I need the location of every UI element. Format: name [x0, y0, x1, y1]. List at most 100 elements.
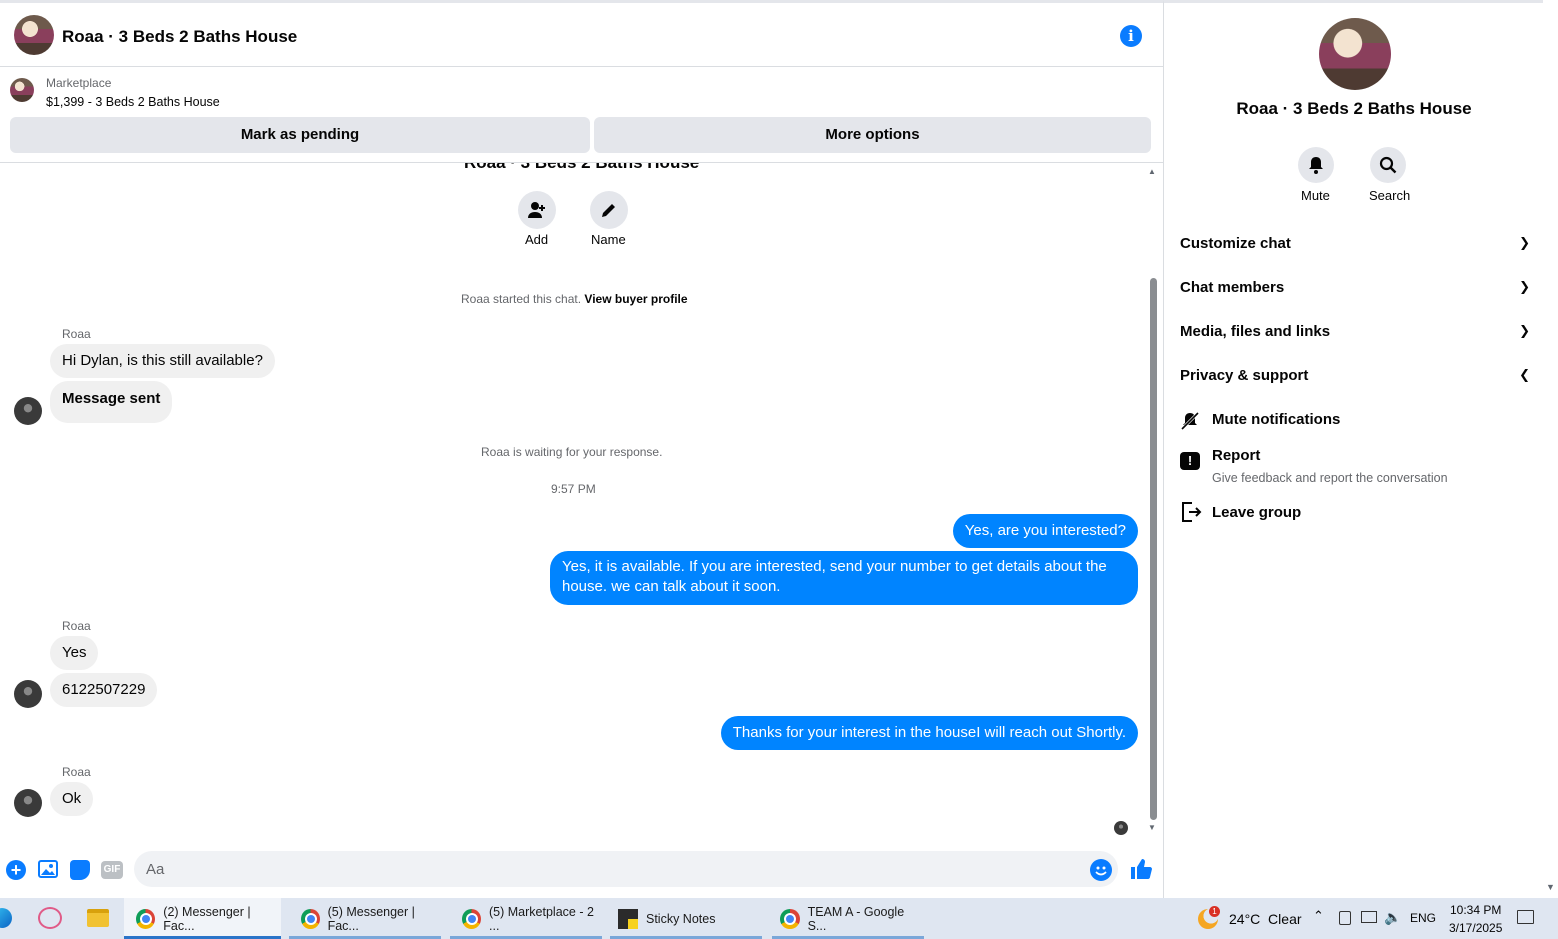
marketplace-label: Marketplace [46, 76, 112, 90]
leave-group-item[interactable]: Leave group [1180, 499, 1530, 529]
taskbar-item-label: (5) Messenger | Fac... [327, 904, 415, 933]
info-icon[interactable]: i [1120, 25, 1142, 47]
message-bubble-outgoing[interactable]: Thanks for your interest in the houseI w… [720, 716, 1138, 750]
sender-avatar[interactable] [14, 789, 42, 817]
scroll-down-arrow-icon[interactable]: ▼ [1546, 882, 1555, 892]
message-bubble-incoming[interactable]: 6122507229 [50, 673, 158, 707]
chat-started-notice: Roaa started this chat. View buyer profi… [461, 292, 688, 306]
add-people-action[interactable] [518, 191, 556, 229]
chrome-icon [301, 908, 320, 929]
chevron-up-icon: ❮ [1519, 367, 1530, 382]
volume-icon[interactable]: 🔈 [1384, 909, 1401, 926]
section-label: Media, files and links [1180, 323, 1331, 340]
taskbar-item-messenger-2[interactable]: (5) Messenger | Fac... [289, 898, 441, 939]
chrome-icon [136, 908, 156, 929]
section-media-files-links[interactable]: Media, files and links ❯ [1180, 323, 1530, 340]
search-icon[interactable] [1370, 147, 1406, 183]
edge-icon[interactable] [0, 908, 12, 928]
page-scrollbar[interactable]: ▼ [1544, 0, 1558, 898]
marketplace-listing[interactable]: $1,399 - 3 Beds 2 Baths House [46, 95, 220, 109]
chrome-icon [462, 908, 482, 929]
item-description: Give feedback and report the conversatio… [1212, 471, 1448, 485]
language-indicator[interactable]: ENG [1410, 911, 1436, 925]
chrome-icon [780, 908, 800, 929]
sender-avatar[interactable] [14, 397, 42, 425]
message-bubble-incoming[interactable]: Hi Dylan, is this still available? [50, 344, 275, 378]
chevron-down-icon: ❯ [1519, 279, 1530, 294]
chat-title[interactable]: Roaa · 3 Beds 2 Baths House [62, 27, 297, 47]
name-label: Name [591, 232, 626, 247]
mute-button[interactable] [1298, 147, 1334, 183]
taskbar-item-google-sheets[interactable]: TEAM A - Google S... [772, 898, 924, 939]
file-explorer-icon[interactable] [87, 909, 109, 927]
message-thread: Roaa · 3 Beds 2 Baths House Add Name Roa… [0, 163, 1163, 843]
chevron-up-icon[interactable]: ⌃ [1313, 908, 1324, 924]
sender-avatar[interactable] [14, 680, 42, 708]
mark-as-pending-button[interactable]: Mark as pending [10, 117, 590, 153]
view-buyer-profile-link[interactable]: View buyer profile [584, 292, 687, 306]
notification-badge: 1 [1209, 906, 1220, 917]
item-label: Report [1212, 447, 1261, 464]
scroll-up-arrow-icon[interactable]: ▲ [1148, 167, 1156, 176]
chat-info-panel: Roaa · 3 Beds 2 Baths House Mute Search … [1163, 0, 1543, 898]
message-bubble-incoming[interactable]: Message sent [50, 381, 173, 423]
scroll-down-arrow-icon[interactable]: ▼ [1148, 823, 1156, 832]
bell-icon[interactable] [1298, 147, 1334, 183]
message-bubble-incoming[interactable]: Yes [50, 636, 99, 670]
sticker-icon[interactable] [70, 860, 90, 880]
network-icon[interactable] [1361, 911, 1377, 923]
clock[interactable]: 10:34 PM 3/17/2025 [1449, 903, 1502, 935]
photo-icon[interactable] [38, 860, 58, 878]
message-bubble-outgoing[interactable]: Yes, are you interested? [952, 514, 1138, 548]
section-customize-chat[interactable]: Customize chat ❯ [1180, 235, 1530, 252]
section-chat-members[interactable]: Chat members ❯ [1180, 279, 1530, 296]
name-action[interactable] [590, 191, 628, 229]
sender-name: Roaa [62, 619, 91, 633]
sender-name: Roaa [62, 327, 91, 341]
leave-icon [1182, 502, 1202, 522]
section-label: Privacy & support [1180, 367, 1309, 384]
message-bubble-incoming[interactable]: Ok [50, 782, 94, 816]
taskbar-item-messenger-1[interactable]: (2) Messenger | Fac... [124, 898, 281, 939]
taskbar-item-marketplace[interactable]: (5) Marketplace - 2 ... [450, 898, 602, 939]
add-person-icon[interactable] [518, 191, 556, 229]
search-label: Search [1369, 188, 1411, 203]
sender-name: Roaa [62, 765, 91, 779]
windows-taskbar: (2) Messenger | Fac... (5) Messenger | F… [0, 898, 1558, 939]
more-options-button[interactable]: More options [594, 117, 1151, 153]
section-privacy-support[interactable]: Privacy & support ❮ [1180, 367, 1530, 384]
search-button[interactable] [1370, 147, 1406, 183]
waiting-notice: Roaa is waiting for your response. [481, 445, 663, 459]
taskbar-item-label: Sticky Notes [646, 911, 716, 926]
plus-icon[interactable]: + [6, 860, 26, 880]
timestamp: 9:57 PM [551, 482, 596, 496]
gif-icon[interactable]: GIF [101, 861, 123, 879]
scrollbar-thumb[interactable] [1150, 278, 1157, 820]
message-composer: + GIF [0, 848, 1163, 892]
section-label: Customize chat [1180, 235, 1291, 252]
marketplace-listing-thumbnail[interactable] [10, 78, 34, 102]
message-bubble-outgoing[interactable]: Yes, it is available. If you are interes… [550, 551, 1138, 605]
emoji-icon[interactable] [1090, 859, 1112, 881]
notification-center-icon[interactable] [1517, 910, 1534, 924]
section-label: Chat members [1180, 279, 1285, 296]
message-input[interactable] [134, 851, 1118, 887]
snipping-tool-icon[interactable] [38, 907, 62, 929]
report-item[interactable]: ! Report Give feedback and report the co… [1180, 446, 1530, 488]
taskbar-item-sticky-notes[interactable]: Sticky Notes [610, 898, 762, 939]
taskbar-item-label: TEAM A - Google S... [807, 904, 905, 933]
chat-started-text: Roaa started this chat. [461, 292, 582, 306]
report-icon: ! [1180, 452, 1200, 470]
sticky-notes-icon [618, 908, 638, 929]
clock-time: 10:34 PM [1450, 903, 1502, 917]
listing-avatar[interactable] [14, 15, 54, 55]
listing-avatar-large[interactable] [1319, 18, 1391, 90]
chevron-down-icon: ❯ [1519, 235, 1530, 250]
thumbs-up-icon[interactable] [1129, 857, 1153, 886]
weather-text[interactable]: 24°C Clear [1229, 911, 1302, 927]
pencil-icon[interactable] [590, 191, 628, 229]
mute-notifications-item[interactable]: Mute notifications [1180, 409, 1530, 439]
meet-now-icon[interactable] [1339, 911, 1351, 925]
clock-date: 3/17/2025 [1449, 921, 1503, 935]
mute-label: Mute [1301, 188, 1330, 203]
